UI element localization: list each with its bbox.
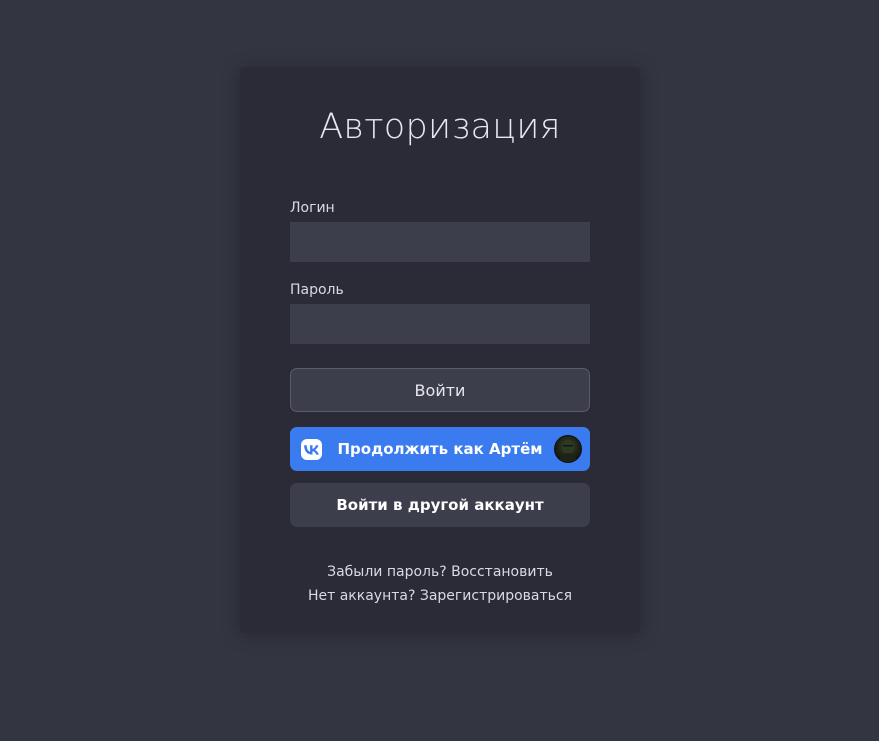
restore-password-link[interactable]: Восстановить	[451, 564, 553, 580]
password-label: Пароль	[290, 282, 344, 298]
forgot-password-text: Забыли пароль?	[327, 564, 447, 580]
vk-continue-button[interactable]: Продолжить как Артём	[290, 427, 590, 471]
login-button[interactable]: Войти	[290, 368, 590, 412]
page-title: Авторизация	[319, 107, 561, 147]
other-account-label: Войти в другой аккаунт	[336, 496, 544, 514]
vk-continue-label: Продолжить как Артём	[337, 440, 543, 458]
forgot-password-row: Забыли пароль? Восстановить	[240, 564, 640, 580]
login-input[interactable]	[290, 222, 590, 262]
register-link[interactable]: Зарегистрироваться	[420, 588, 572, 604]
login-label: Логин	[290, 200, 335, 216]
no-account-text: Нет аккаунта?	[307, 588, 416, 604]
register-row: Нет аккаунта? Зарегистрироваться	[240, 588, 640, 604]
password-input[interactable]	[290, 304, 590, 344]
auth-card: Авторизация Логин Пароль Войти Продолжит…	[240, 67, 640, 633]
other-account-button[interactable]: Войти в другой аккаунт	[290, 483, 590, 527]
user-avatar	[554, 435, 582, 463]
vk-logo-icon	[301, 439, 322, 460]
login-button-label: Войти	[414, 380, 466, 400]
